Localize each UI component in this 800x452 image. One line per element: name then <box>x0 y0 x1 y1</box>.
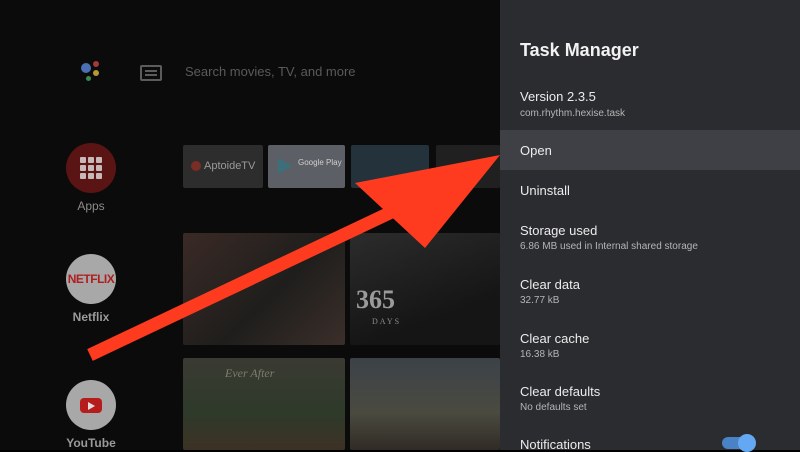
menu-item-label: Clear defaults <box>520 384 601 399</box>
menu-item-label: Clear cache <box>520 331 590 346</box>
menu-item-clear-defaults[interactable]: Clear defaults No defaults set <box>500 377 800 427</box>
toggle-knob <box>738 434 756 452</box>
menu-item-storage-used[interactable]: Storage used 6.86 MB used in Internal sh… <box>500 215 800 265</box>
menu-item-clear-data[interactable]: Clear data 32.77 kB <box>500 270 800 320</box>
notifications-toggle[interactable] <box>722 434 756 452</box>
task-manager-panel: Task Manager Version 2.3.5 com.rhythm.he… <box>500 0 800 452</box>
menu-item-subtitle: 6.86 MB used in Internal shared storage <box>520 241 698 252</box>
arrow-head <box>355 155 500 248</box>
menu-item-version[interactable]: Version 2.3.5 com.rhythm.hexise.task <box>500 83 800 129</box>
menu-item-subtitle: com.rhythm.hexise.task <box>520 108 626 119</box>
menu-item-label: Storage used <box>520 223 598 238</box>
menu-item-label: Open <box>520 143 552 158</box>
menu-item-subtitle: 32.77 kB <box>520 295 560 306</box>
menu-item-open[interactable]: Open <box>500 130 800 170</box>
panel-title: Task Manager <box>520 40 639 60</box>
arrow-shaft <box>87 202 403 361</box>
menu-item-subtitle: 16.38 kB <box>520 349 560 360</box>
menu-item-uninstall[interactable]: Uninstall <box>500 170 800 210</box>
menu-item-label: Uninstall <box>520 183 570 198</box>
menu-item-notifications[interactable]: Notifications <box>500 430 800 452</box>
menu-item-label: Version 2.3.5 <box>520 89 596 104</box>
menu-item-label: Clear data <box>520 277 580 292</box>
menu-item-clear-cache[interactable]: Clear cache 16.38 kB <box>500 324 800 374</box>
menu-item-subtitle: No defaults set <box>520 402 587 413</box>
